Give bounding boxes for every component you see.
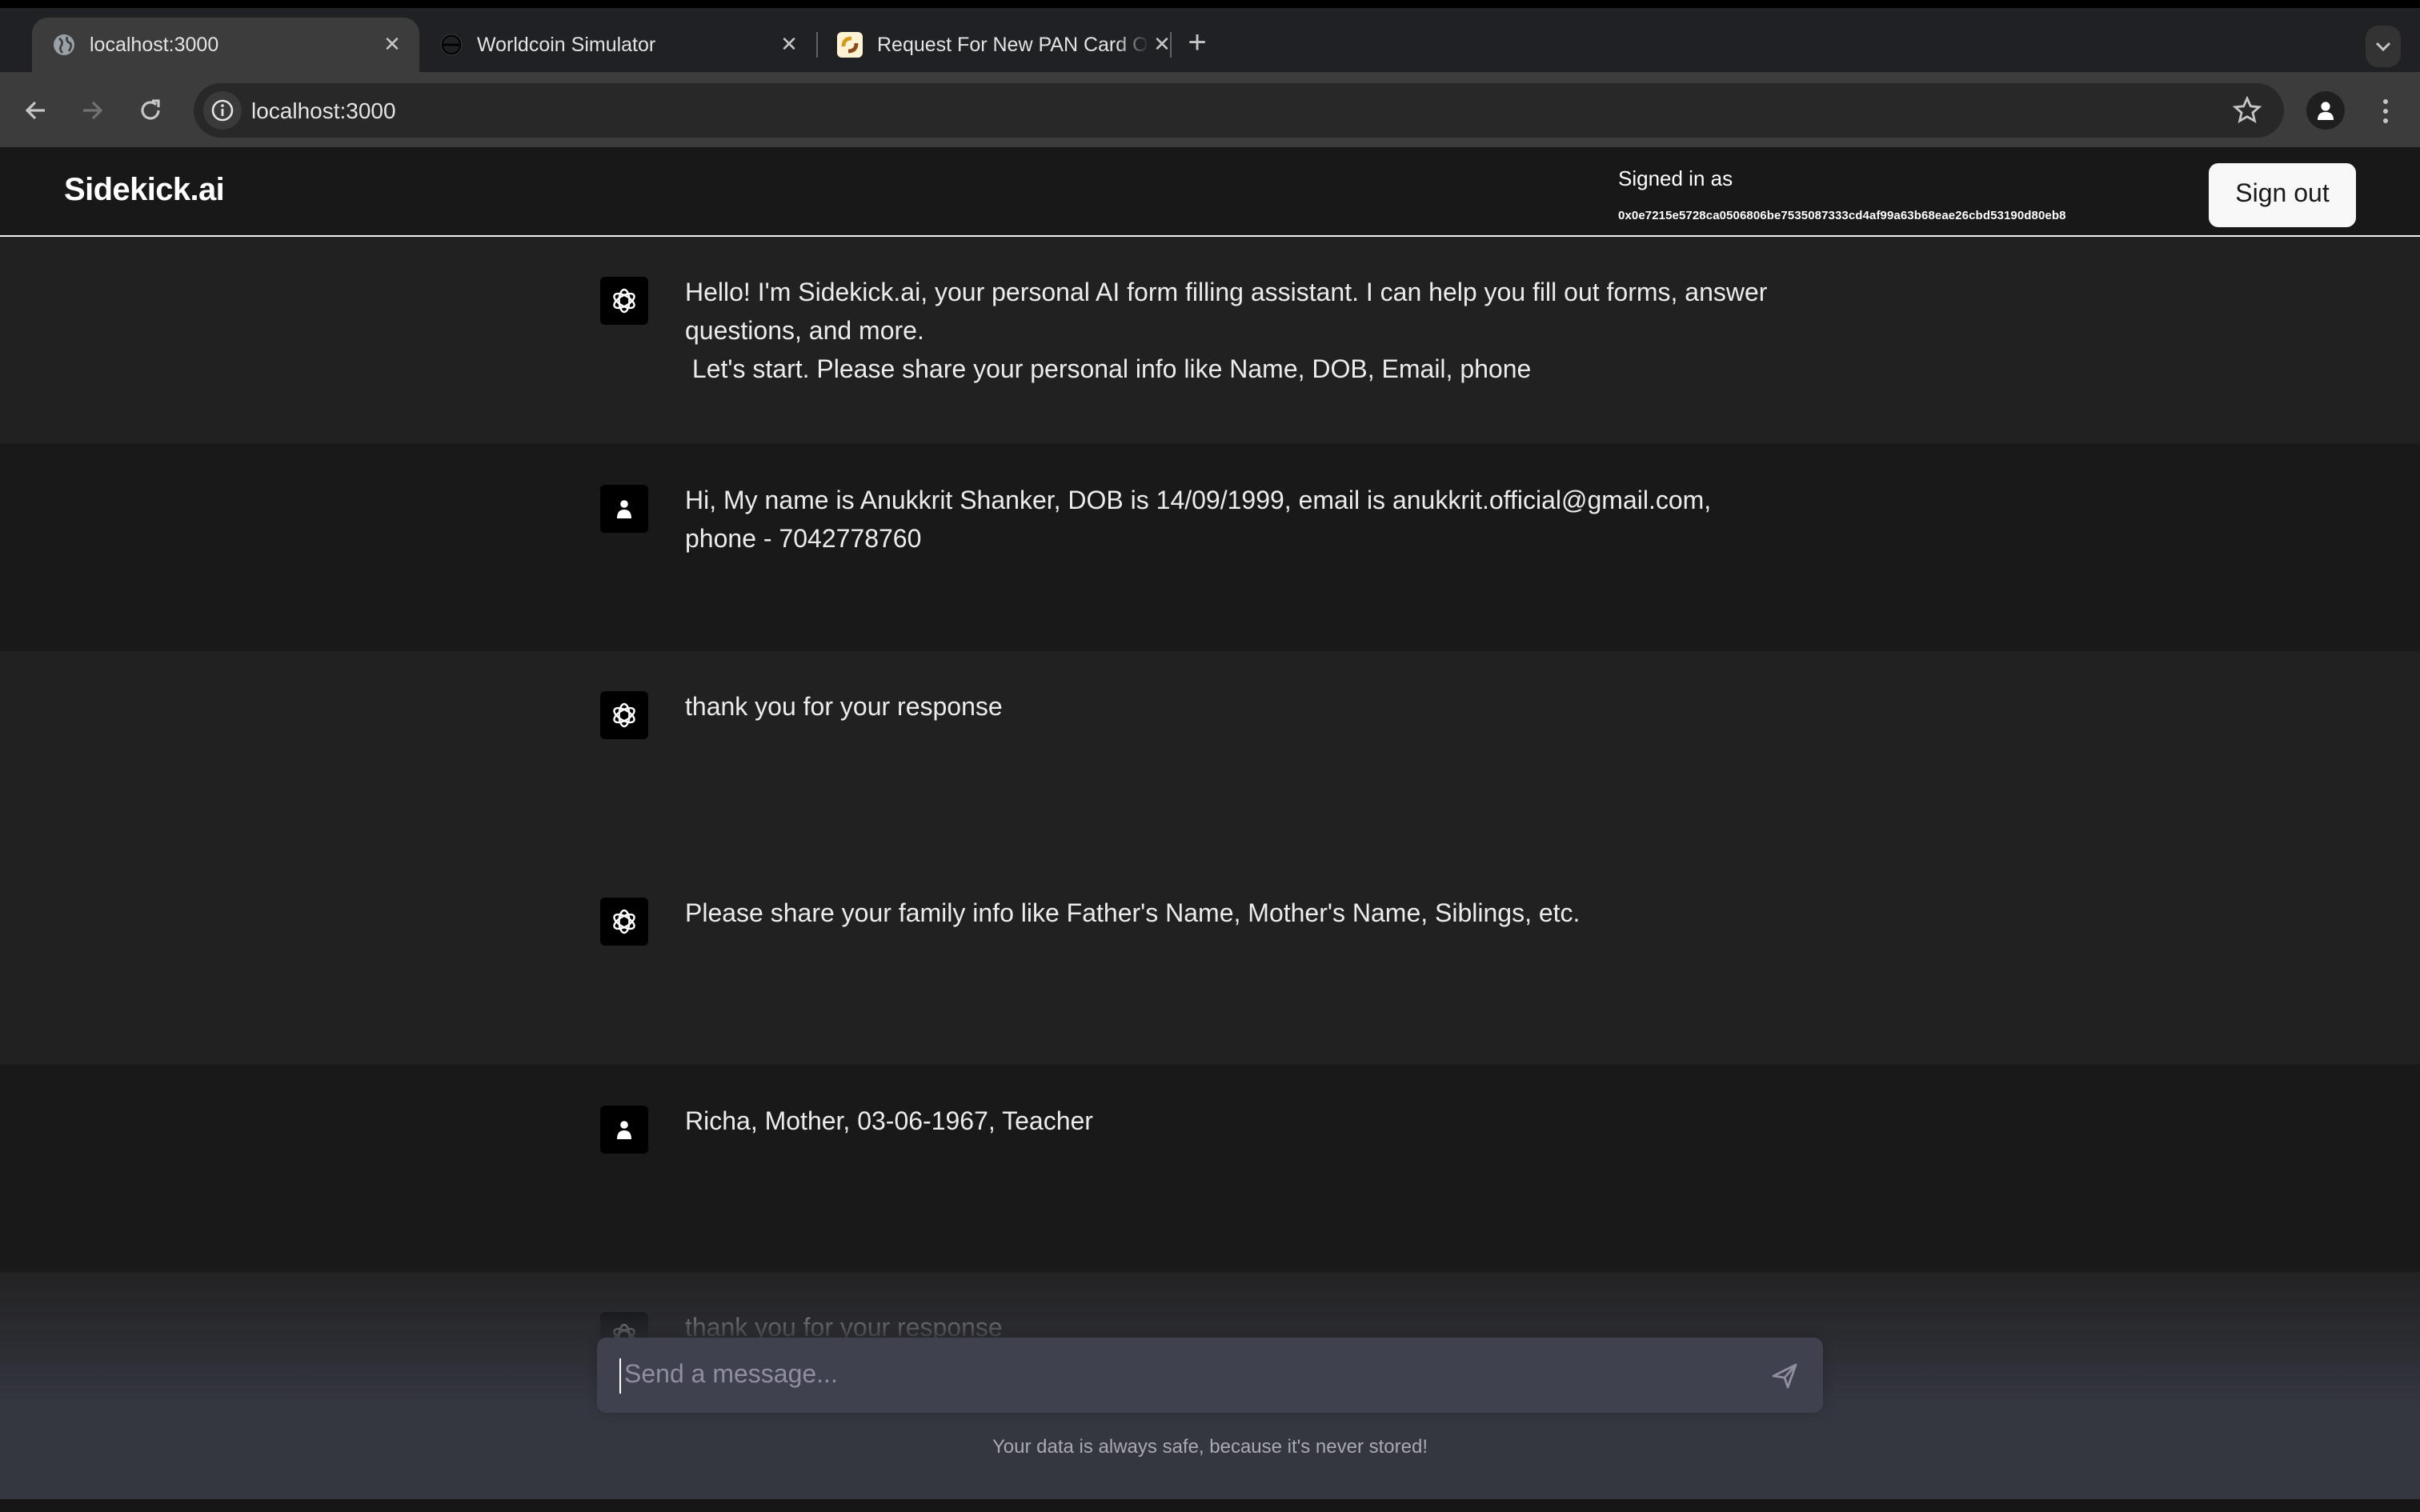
menu-dot: [2382, 108, 2387, 113]
browser-menu-button[interactable]: [2372, 91, 2398, 130]
site-info-button[interactable]: [203, 91, 242, 130]
openai-icon: [600, 277, 648, 325]
tab-worldcoin[interactable]: Worldcoin Simulator ✕: [419, 18, 816, 72]
person-icon: [2318, 102, 2334, 120]
profile-button[interactable]: [2306, 91, 2345, 130]
assistant-message-row: thank you for your response: [0, 651, 2420, 858]
app-header: Sidekick.ai Signed in as 0x0e7215e5728ca…: [0, 147, 2420, 237]
openai-icon: [600, 898, 648, 946]
arrow-left-icon: [25, 101, 45, 120]
assistant-message-row: Hello! I'm Sidekick.ai, your personal AI…: [0, 237, 2420, 443]
tab-localhost[interactable]: localhost:3000 ✕: [32, 18, 419, 72]
new-tab-button[interactable]: +: [1181, 27, 1213, 59]
message-text: Hi, My name is Anukkrit Shanker, DOB is …: [685, 488, 1719, 554]
assistant-message-row: Please share your family info like Fathe…: [0, 858, 2420, 1064]
address-url[interactable]: localhost:3000: [251, 98, 396, 123]
window-top-edge: [0, 0, 2420, 8]
reload-icon: [141, 99, 160, 120]
message-text: Hello! I'm Sidekick.ai, your personal AI…: [685, 280, 1768, 384]
tab-separator: [1170, 32, 1172, 58]
user-icon: [600, 1106, 648, 1154]
pan-card-icon: [837, 32, 863, 58]
tab-search-button[interactable]: [2366, 26, 2401, 67]
forward-button[interactable]: [74, 91, 112, 130]
message-text: Richa, Mother, 03-06-1967, Teacher: [685, 1109, 1093, 1136]
tab-strip: localhost:3000 ✕ Worldcoin Simulator ✕ R…: [0, 8, 2420, 72]
send-icon[interactable]: [1769, 1360, 1801, 1392]
screen: localhost:3000 ✕ Worldcoin Simulator ✕ R…: [0, 0, 2420, 1512]
wallet-address: 0x0e7215e5728ca0506806be7535087333cd4af9…: [1618, 208, 2066, 222]
message-input[interactable]: [619, 1358, 1748, 1394]
openai-icon: [600, 691, 648, 739]
chevron-down-icon: [2375, 42, 2391, 51]
bookmark-star-icon[interactable]: [2233, 96, 2262, 125]
window-bottom-edge: [0, 1499, 2420, 1512]
tab-pan-card[interactable]: Request For New PAN Card O ✕: [816, 18, 1210, 72]
reload-button[interactable]: [131, 91, 170, 130]
menu-dot: [2382, 118, 2387, 122]
signed-in-label: Signed in as: [1618, 166, 1733, 190]
info-icon: [211, 99, 234, 122]
message-text: thank you for your response: [685, 694, 1003, 722]
worldcoin-icon: [440, 34, 463, 56]
address-bar[interactable]: localhost:3000: [194, 83, 2284, 138]
globe-icon: [53, 34, 75, 56]
tab-close-button[interactable]: ✕: [776, 32, 802, 58]
message-composer: [597, 1338, 1823, 1413]
app-logo[interactable]: Sidekick.ai: [64, 173, 225, 210]
arrow-right-icon: [83, 101, 103, 120]
back-button[interactable]: [16, 91, 54, 130]
tab-close-button[interactable]: ✕: [379, 32, 405, 58]
sign-out-button[interactable]: Sign out: [2209, 163, 2356, 227]
user-message-row: Richa, Mother, 03-06-1967, Teacher: [0, 1064, 2420, 1272]
user-icon: [600, 485, 648, 533]
user-message-row: Hi, My name is Anukkrit Shanker, DOB is …: [0, 443, 2420, 651]
privacy-note: Your data is always safe, because it's n…: [992, 1435, 1428, 1458]
browser-toolbar: localhost:3000: [0, 72, 2420, 147]
message-text: Please share your family info like Fathe…: [685, 901, 1581, 928]
menu-dot: [2382, 98, 2387, 103]
